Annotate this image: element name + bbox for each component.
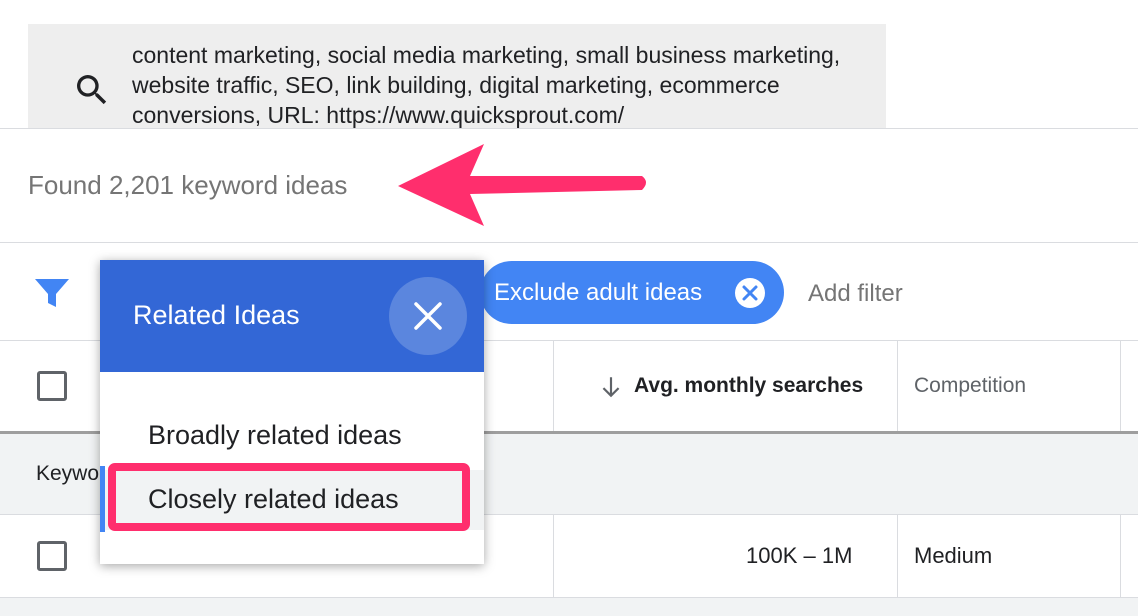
select-all-checkbox[interactable] <box>37 371 67 401</box>
cell-avg-monthly-searches: 100K – 1M <box>746 543 853 568</box>
column-header-competition[interactable]: Competition <box>914 374 1026 398</box>
results-count: Found 2,201 keyword ideas <box>28 170 348 200</box>
row-checkbox[interactable] <box>37 541 67 571</box>
option-broadly-related[interactable]: Broadly related ideas <box>148 420 402 451</box>
column-divider <box>553 515 554 598</box>
add-filter-button[interactable]: Add filter <box>808 280 903 308</box>
popup-header: Related Ideas <box>100 260 484 372</box>
annotation-arrow-icon <box>398 144 646 226</box>
column-divider <box>897 515 898 598</box>
divider <box>0 242 1138 243</box>
table-row <box>0 598 1138 616</box>
close-icon[interactable] <box>735 278 765 308</box>
cell-competition: Medium <box>914 543 993 568</box>
column-divider <box>897 341 898 431</box>
arrow-down-icon[interactable] <box>598 374 624 400</box>
search-icon <box>77 75 107 105</box>
filter-icon[interactable] <box>34 278 70 308</box>
divider <box>0 128 1138 129</box>
column-header-avg-monthly-searches[interactable]: Avg. monthly searches <box>634 374 863 398</box>
close-icon[interactable] <box>389 277 467 355</box>
group-label: Keywo <box>36 462 100 485</box>
search-query-text[interactable]: content marketing, social media marketin… <box>132 40 872 130</box>
column-divider <box>1120 515 1121 598</box>
column-divider <box>553 341 554 431</box>
annotation-highlight-box <box>108 463 470 531</box>
filter-chip-label: Exclude adult ideas <box>494 279 703 306</box>
column-divider <box>1120 341 1121 431</box>
filter-chip-exclude-adult[interactable]: Exclude adult ideas <box>480 261 784 324</box>
popup-title: Related Ideas <box>133 300 300 330</box>
